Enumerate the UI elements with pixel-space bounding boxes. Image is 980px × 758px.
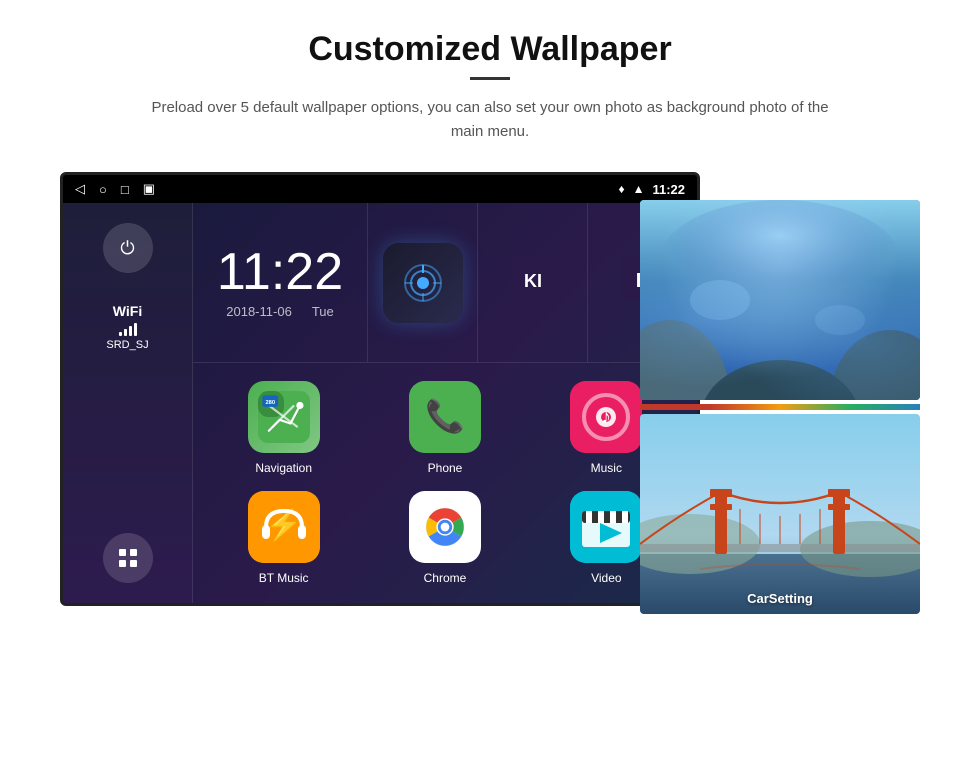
screen-body: ⏻ WiFi SRD_SJ (63, 203, 697, 603)
video-svg (570, 491, 642, 563)
location-icon: ♦ (618, 182, 624, 196)
grid-button[interactable] (103, 533, 153, 583)
navigation-icon: 280 (248, 381, 320, 453)
svg-text:KI: KI (524, 271, 542, 291)
music-icon: ♪ (570, 381, 642, 453)
color-strip (640, 404, 920, 410)
music-svg: ♪ (570, 381, 642, 453)
svg-text:📞: 📞 (425, 396, 465, 434)
btmusic-label: BT Music (259, 571, 309, 585)
video-label: Video (591, 571, 621, 585)
ice-cave-bg (640, 200, 920, 400)
wifi-info: WiFi SRD_SJ (106, 303, 148, 351)
screenshot-icon[interactable]: ▣ (143, 181, 155, 197)
phone-icon: 📞 (409, 381, 481, 453)
navigation-label: Navigation (255, 461, 312, 475)
app-item-btmusic[interactable]: ⚡ BT Music (203, 483, 364, 593)
clock-display: 11:22 (217, 246, 343, 298)
music-label: Music (591, 461, 622, 475)
wifi-label: WiFi (113, 303, 142, 319)
svg-text:♪: ♪ (601, 406, 611, 428)
wifi-network: SRD_SJ (106, 339, 148, 351)
wallpaper-panels: CarSetting (640, 200, 920, 614)
carsetting-label: CarSetting (747, 591, 813, 606)
bt-music-icon: ⚡ (248, 491, 320, 563)
status-time: 11:22 (652, 182, 685, 197)
wifi-signal-icon: ▲ (633, 182, 645, 196)
ki-svg: KI (511, 257, 555, 301)
wallpaper-ice-cave[interactable] (640, 200, 920, 400)
content-area: ◁ ○ □ ▣ ♦ ▲ 11:22 ⏻ WiFi (60, 172, 920, 606)
chrome-svg (419, 501, 471, 553)
radio-svg (401, 261, 445, 305)
navigation-svg: 280 (258, 391, 310, 443)
chrome-label: Chrome (424, 571, 467, 585)
wifi-bar-2 (124, 329, 127, 336)
power-button[interactable]: ⏻ (103, 223, 153, 273)
page-title: Customized Wallpaper (308, 30, 671, 69)
sidebar: ⏻ WiFi SRD_SJ (63, 203, 193, 603)
date-display: 2018-11-06 (226, 304, 292, 319)
recents-icon[interactable]: □ (121, 182, 129, 197)
app-item-navigation[interactable]: 280 Navigation (203, 373, 364, 483)
title-underline (470, 77, 510, 80)
video-icon (570, 491, 642, 563)
day-display: Tue (312, 304, 334, 319)
status-right: ♦ ▲ 11:22 (618, 182, 685, 197)
wifi-bars (119, 322, 137, 336)
back-icon[interactable]: ◁ (75, 181, 85, 197)
main-content: 11:22 2018-11-06 Tue (193, 203, 697, 603)
device-screen: ◁ ○ □ ▣ ♦ ▲ 11:22 ⏻ WiFi (60, 172, 700, 606)
wallpaper-golden-gate[interactable]: CarSetting (640, 414, 920, 614)
btmusic-svg: ⚡ (248, 491, 320, 563)
ice-cave-svg (640, 200, 920, 400)
time-section: 11:22 2018-11-06 Tue (193, 203, 367, 362)
ki-icon-box[interactable]: KI (477, 203, 587, 362)
status-bar: ◁ ○ □ ▣ ♦ ▲ 11:22 (63, 175, 697, 203)
top-section: 11:22 2018-11-06 Tue (193, 203, 697, 363)
app-item-chrome[interactable]: Chrome (364, 483, 525, 593)
wifi-bar-1 (119, 332, 122, 336)
app-grid: 280 Navigation (193, 363, 697, 603)
date-row: 2018-11-06 Tue (226, 304, 333, 319)
golden-gate-svg (640, 414, 920, 614)
status-left: ◁ ○ □ ▣ (75, 181, 155, 197)
radio-icon (383, 243, 463, 323)
wifi-bar-4 (134, 323, 137, 336)
wifi-bar-3 (129, 326, 132, 336)
page-subtitle: Preload over 5 default wallpaper options… (140, 96, 840, 144)
home-icon[interactable]: ○ (99, 182, 107, 197)
phone-label: Phone (428, 461, 463, 475)
radio-icon-box[interactable] (367, 203, 477, 362)
phone-svg: 📞 (409, 381, 481, 453)
chrome-icon (409, 491, 481, 563)
svg-text:280: 280 (265, 400, 275, 406)
app-item-phone[interactable]: 📞 Phone (364, 373, 525, 483)
grid-icon (116, 546, 140, 570)
ki-icon: KI (511, 257, 555, 308)
